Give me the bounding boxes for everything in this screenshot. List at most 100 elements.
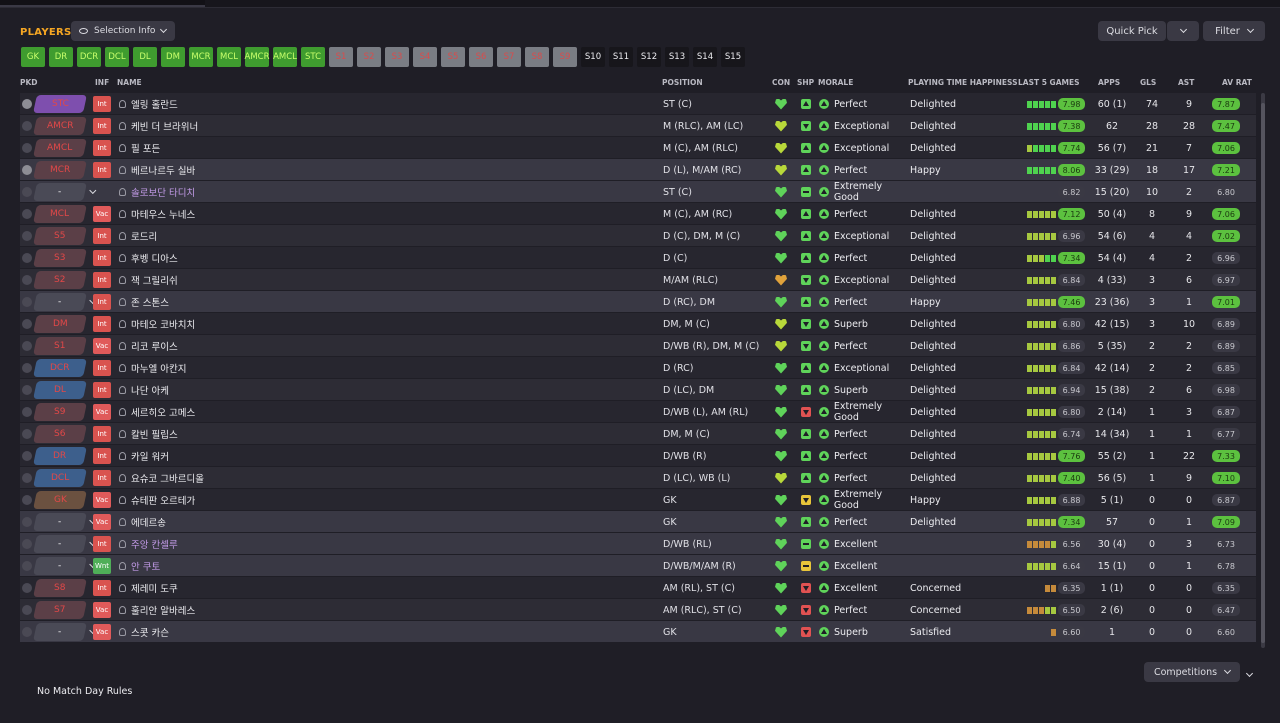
selection-slot-dropdown[interactable]: DCL bbox=[33, 469, 87, 487]
selection-info-button[interactable]: Selection Info bbox=[71, 21, 175, 41]
player-name[interactable]: 제레미 도쿠 bbox=[119, 577, 649, 599]
picked-indicator[interactable] bbox=[22, 269, 32, 291]
table-row[interactable]: - Vac 에데르송 GK Perfect Delighted 7.34 57 0 1 7.09 bbox=[20, 511, 1256, 533]
col-avrat[interactable]: AV RAT bbox=[1222, 78, 1252, 87]
selection-slot-dropdown[interactable]: DCR bbox=[33, 359, 87, 377]
position-chip-gk[interactable]: GK bbox=[21, 47, 45, 67]
table-row[interactable]: AMCL Int 필 포든 M (C), AM (RLC) Exceptional Del… bbox=[20, 137, 1256, 159]
player-name[interactable]: 스콧 카슨 bbox=[119, 621, 649, 643]
position-chip-amcr[interactable]: AMCR bbox=[245, 47, 270, 67]
selection-slot-dropdown[interactable]: - bbox=[33, 535, 97, 553]
col-morale[interactable]: MORALE bbox=[818, 78, 853, 87]
info-badge[interactable]: Vac bbox=[93, 624, 111, 640]
scrollbar-thumb[interactable] bbox=[1261, 103, 1265, 643]
selection-slot-dropdown[interactable]: DR bbox=[33, 447, 87, 465]
selection-slot-dropdown[interactable]: - bbox=[33, 623, 97, 641]
position-chip-s8[interactable]: S8 bbox=[525, 47, 549, 67]
position-chip-s9[interactable]: S9 bbox=[553, 47, 577, 67]
selection-slot-dropdown[interactable]: AMCL bbox=[33, 139, 87, 157]
selection-slot-dropdown[interactable]: MCL bbox=[33, 205, 87, 223]
player-name[interactable]: 후벵 디아스 bbox=[119, 247, 649, 269]
selection-slot-dropdown[interactable]: - bbox=[33, 293, 97, 311]
quick-pick-button[interactable]: Quick Pick bbox=[1098, 21, 1166, 41]
col-position[interactable]: POSITION bbox=[662, 78, 703, 87]
position-chip-dcr[interactable]: DCR bbox=[77, 47, 101, 67]
player-name[interactable]: 케빈 더 브라위너 bbox=[119, 115, 649, 137]
info-badge[interactable]: Int bbox=[93, 470, 111, 486]
info-badge[interactable]: Vac bbox=[93, 404, 111, 420]
player-name[interactable]: 칼빈 필립스 bbox=[119, 423, 649, 445]
info-badge[interactable]: Int bbox=[93, 448, 111, 464]
picked-indicator[interactable] bbox=[22, 159, 32, 181]
info-badge[interactable]: Int bbox=[93, 360, 111, 376]
table-row[interactable]: DR Int 카일 워커 D/WB (R) Perfect Delighted 7.76 55… bbox=[20, 445, 1256, 467]
player-name[interactable]: 요슈코 그바르디올 bbox=[119, 467, 649, 489]
selection-slot-dropdown[interactable]: S6 bbox=[33, 425, 87, 443]
selection-slot-dropdown[interactable]: S7 bbox=[33, 601, 87, 619]
player-name[interactable]: 로드리 bbox=[119, 225, 649, 247]
table-row[interactable]: MCL Vac 마테우스 누네스 M (C), AM (RC) Perfect Delig… bbox=[20, 203, 1256, 225]
table-row[interactable]: S9 Vac 세르히오 고메스 D/WB (L), AM (RL) Extremely … bbox=[20, 401, 1256, 423]
picked-indicator[interactable] bbox=[22, 467, 32, 489]
player-name[interactable]: 나단 아케 bbox=[119, 379, 649, 401]
picked-indicator[interactable] bbox=[22, 379, 32, 401]
player-name[interactable]: 존 스톤스 bbox=[119, 291, 649, 313]
position-chip-s4[interactable]: S4 bbox=[413, 47, 437, 67]
position-chip-stc[interactable]: STC bbox=[301, 47, 325, 67]
position-chip-mcl[interactable]: MCL bbox=[217, 47, 241, 67]
table-row[interactable]: MCR Int 베르나르두 실바 D (L), M/AM (RC) Perfect Hap… bbox=[20, 159, 1256, 181]
player-name[interactable]: 에데르송 bbox=[119, 511, 649, 533]
selection-slot-dropdown[interactable]: AMCR bbox=[33, 117, 87, 135]
info-badge[interactable]: Int bbox=[93, 162, 111, 178]
picked-indicator[interactable] bbox=[22, 489, 32, 511]
table-row[interactable]: S8 Int 제레미 도쿠 AM (RL), ST (C) Excellent Conce… bbox=[20, 577, 1256, 599]
info-badge[interactable]: Int bbox=[93, 250, 111, 266]
selection-slot-dropdown[interactable]: - bbox=[33, 183, 97, 201]
table-row[interactable]: AMCR Int 케빈 더 브라위너 M (RLC), AM (LC) Exceptio… bbox=[20, 115, 1256, 137]
player-name[interactable]: 슈테판 오르테가 bbox=[119, 489, 649, 511]
col-gls[interactable]: GLS bbox=[1140, 78, 1156, 87]
picked-indicator[interactable] bbox=[22, 291, 32, 313]
info-badge[interactable]: Int bbox=[93, 140, 111, 156]
table-row[interactable]: GK Vac 슈테판 오르테가 GK Extremely Good Happy 6.88 5 … bbox=[20, 489, 1256, 511]
info-badge[interactable]: Vac bbox=[93, 514, 111, 530]
info-badge[interactable]: Vac bbox=[93, 602, 111, 618]
selection-slot-dropdown[interactable]: S9 bbox=[33, 403, 87, 421]
player-name[interactable]: 훌리안 알바레스 bbox=[119, 599, 649, 621]
picked-indicator[interactable] bbox=[22, 511, 32, 533]
position-chip-s12[interactable]: S12 bbox=[637, 47, 661, 67]
picked-indicator[interactable] bbox=[22, 577, 32, 599]
picked-indicator[interactable] bbox=[22, 533, 32, 555]
table-row[interactable]: DCR Int 마누엘 아칸지 D (RC) Exceptional Delighted 6… bbox=[20, 357, 1256, 379]
table-row[interactable]: S3 Int 후벵 디아스 D (C) Perfect Delighted 7.34 54 (… bbox=[20, 247, 1256, 269]
picked-indicator[interactable] bbox=[22, 335, 32, 357]
info-badge[interactable]: Int bbox=[93, 426, 111, 442]
info-badge[interactable]: Int bbox=[93, 96, 111, 112]
player-name[interactable]: 마테우스 누네스 bbox=[119, 203, 649, 225]
position-chip-s10[interactable]: S10 bbox=[581, 47, 605, 67]
picked-indicator[interactable] bbox=[22, 225, 32, 247]
player-name[interactable]: 엘링 홀란드 bbox=[119, 93, 649, 115]
picked-indicator[interactable] bbox=[22, 621, 32, 643]
picked-indicator[interactable] bbox=[22, 555, 32, 577]
position-chip-dr[interactable]: DR bbox=[49, 47, 73, 67]
table-row[interactable]: - Int 주앙 칸셀루 D/WB (RL) Excellent 6.56 30 (4) 0 3… bbox=[20, 533, 1256, 555]
table-row[interactable]: DM Int 마테오 코바치치 DM, M (C) Superb Delighted 6.8… bbox=[20, 313, 1256, 335]
col-con[interactable]: CON bbox=[772, 78, 790, 87]
player-name[interactable]: 리코 루이스 bbox=[119, 335, 649, 357]
info-badge[interactable]: Int bbox=[93, 118, 111, 134]
player-name[interactable]: 마누엘 아칸지 bbox=[119, 357, 649, 379]
picked-indicator[interactable] bbox=[22, 445, 32, 467]
picked-indicator[interactable] bbox=[22, 313, 32, 335]
info-badge[interactable]: Int bbox=[93, 536, 111, 552]
info-badge[interactable]: Vac bbox=[93, 338, 111, 354]
table-row[interactable]: DL Int 나단 아케 D (LC), DM Superb Delighted 6.94 1… bbox=[20, 379, 1256, 401]
col-pkd[interactable]: PKD bbox=[20, 78, 38, 87]
info-badge[interactable]: Int bbox=[93, 382, 111, 398]
col-shp[interactable]: SHP bbox=[797, 78, 814, 87]
quick-pick-dropdown-button[interactable] bbox=[1167, 21, 1199, 41]
info-badge[interactable]: Int bbox=[93, 294, 111, 310]
table-row[interactable]: - Int 존 스톤스 D (RC), DM Perfect Happy 7.46 23 (3… bbox=[20, 291, 1256, 313]
filter-button[interactable]: Filter bbox=[1203, 21, 1265, 41]
position-chip-s13[interactable]: S13 bbox=[665, 47, 689, 67]
